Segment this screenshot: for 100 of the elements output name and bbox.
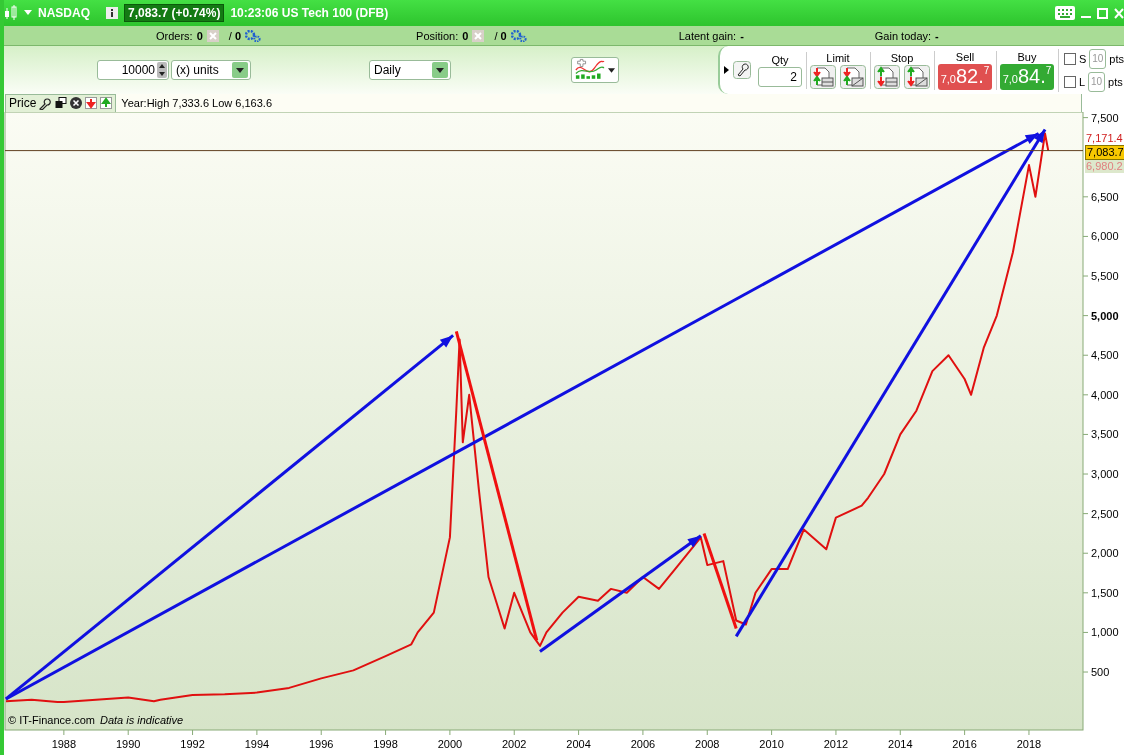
y-tick: 7,500 [1082, 112, 1119, 124]
price-change-badge: 7,083.7 (+0.74%) [124, 4, 225, 22]
y-tick-label: 2,000 [1091, 547, 1119, 560]
y-tick-label: 6,500 [1091, 190, 1119, 203]
spinner-icon[interactable] [157, 62, 167, 78]
y-tick: 2,000 [1082, 547, 1119, 560]
x-tick: 2016 [952, 729, 977, 750]
y-tick-label: 1,000 [1091, 626, 1119, 639]
unit-dropdown[interactable]: (x) units [171, 60, 251, 80]
option-letter: L [1078, 75, 1086, 88]
info-label: Position: [416, 29, 459, 42]
points-unit: pts [1108, 75, 1123, 88]
info-label: Latent gain: [678, 29, 737, 42]
caret-icon [232, 62, 248, 78]
close-icon[interactable] [70, 97, 83, 109]
stop-order-button[interactable] [903, 64, 930, 89]
expand-arrow-icon[interactable] [723, 66, 729, 74]
y-tick-label: 1,500 [1091, 586, 1119, 599]
y-tick-label: 3,000 [1091, 468, 1119, 481]
indicator-button[interactable] [571, 57, 619, 83]
quantity-field[interactable]: 10000 [97, 60, 169, 80]
year-range-text: Year:High 7,333.6 Low 6,163.6 [121, 97, 272, 109]
x-tick: 2006 [630, 729, 656, 750]
arrow-down-icon[interactable] [85, 97, 98, 109]
wrench-icon[interactable] [39, 96, 53, 110]
y-tick: 5,000 [1082, 309, 1119, 322]
y-tick-label: 6,000 [1091, 230, 1119, 243]
checkbox[interactable] [1063, 52, 1076, 65]
y-tick: 3,500 [1082, 428, 1119, 441]
settings-button[interactable] [732, 61, 751, 79]
sell-label: Sell [955, 50, 975, 63]
gears-icon[interactable] [245, 29, 262, 42]
stop-order-button[interactable] [873, 64, 900, 89]
period-dropdown[interactable]: Daily [369, 60, 451, 80]
y-tick: 1,500 [1082, 586, 1119, 599]
x-tick-label: 1990 [115, 738, 141, 750]
y-tick-label: 500 [1091, 666, 1110, 679]
x-tick: 2004 [566, 729, 591, 750]
x-tick: 2010 [759, 729, 784, 750]
y-tick-label: 4,500 [1091, 349, 1119, 362]
sell-price-button[interactable]: 7,082.$^{7}$ [937, 63, 992, 90]
x-tick: 2014 [888, 729, 913, 750]
limit-label: Limit [826, 51, 850, 64]
info-total: / 0 [494, 29, 507, 42]
arrow-up-icon[interactable] [100, 97, 113, 109]
caret-icon [432, 62, 448, 78]
y-tick: 1,000 [1082, 626, 1119, 639]
x-tick: 1994 [244, 729, 270, 750]
qty-field[interactable]: 2 [757, 66, 802, 87]
y-tick-label: 4,000 [1091, 388, 1119, 401]
info-label: Gain today: [874, 29, 932, 42]
x-tick: 2008 [695, 729, 720, 750]
qty-label: Qty [771, 53, 789, 66]
info-value: 0 [196, 29, 203, 42]
windows-icon[interactable] [55, 97, 68, 109]
buy-label: Buy [1017, 50, 1037, 63]
limit-order-button[interactable] [839, 64, 866, 89]
info-value: - [740, 29, 744, 42]
disclaimer-text: Data is indicative [100, 714, 184, 726]
x-tick-label: 2004 [566, 738, 591, 750]
x-tick: 1996 [309, 729, 334, 750]
x-tick: 2018 [1016, 729, 1042, 750]
x-tick-label: 2008 [695, 738, 720, 750]
info-value: - [935, 29, 939, 42]
price-tag: 6,980.2 [1085, 160, 1124, 173]
points-unit: pts [1109, 52, 1124, 65]
x-tick-label: 2000 [437, 738, 463, 750]
y-tick: 2,500 [1082, 507, 1119, 520]
price-tag: 7,171.4 [1085, 132, 1124, 145]
x-tick: 1990 [115, 729, 141, 750]
x-tick: 1988 [51, 729, 77, 750]
info-total: / 0 [228, 29, 242, 42]
y-tick: 4,000 [1082, 388, 1119, 401]
info-label: Orders: [156, 29, 193, 42]
checkbox[interactable] [1063, 75, 1076, 88]
y-tick: 500 [1082, 666, 1110, 679]
gears-icon[interactable] [510, 29, 527, 42]
stop-label: Stop [890, 51, 914, 64]
indicator-chart-icon [575, 58, 605, 82]
limit-order-button[interactable] [809, 64, 836, 89]
x-tick-label: 2014 [888, 738, 913, 750]
x-tick-label: 1998 [373, 738, 398, 750]
y-tick: 6,000 [1082, 230, 1119, 243]
info-value: 0 [462, 29, 469, 42]
y-tick: 5,500 [1082, 270, 1119, 282]
y-tick: 3,000 [1082, 468, 1119, 480]
x-tick-label: 1996 [308, 738, 334, 750]
keyboard-icon[interactable] [1055, 6, 1075, 20]
x-tick: 1998 [373, 729, 398, 750]
caret-icon [607, 67, 615, 73]
x-tick-label: 2016 [952, 738, 977, 750]
x-tick-label: 1988 [51, 738, 77, 750]
x-tick-label: 2012 [823, 738, 849, 750]
x-tick-label: 2018 [1016, 738, 1042, 750]
x-tick: 2012 [823, 729, 849, 750]
y-tick-label: 5,500 [1091, 270, 1119, 283]
info-icon[interactable] [106, 7, 118, 19]
time-and-name: 10:23:06 US Tech 100 (DFB) [230, 6, 389, 20]
option-letter: S [1078, 52, 1087, 65]
x-tick-label: 1992 [180, 738, 205, 750]
